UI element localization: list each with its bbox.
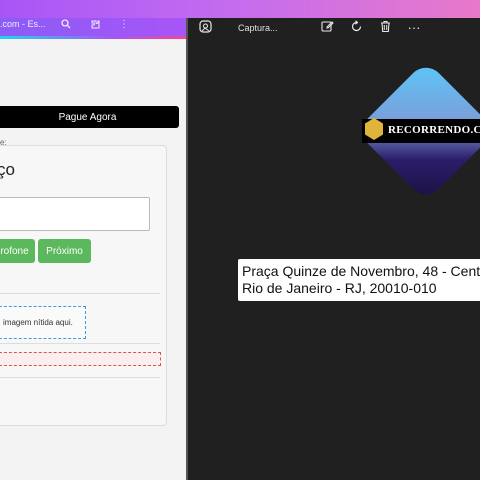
microphone-button[interactable]: rofone <box>0 239 35 263</box>
browser-window: .com - Es... ⋮ Pague Agora e: ço rofone … <box>0 18 186 480</box>
address-input[interactable] <box>0 197 150 231</box>
address-image-text: Praça Quinze de Novembro, 48 - Centro Ri… <box>238 259 480 301</box>
photo-viewer-window: Captura... ··· RECORRENDO.CO Praça Quinz… <box>186 18 480 480</box>
address-line-1: Praça Quinze de Novembro, 48 - Centro <box>242 263 480 279</box>
browser-titlebar: .com - Es... ⋮ <box>0 18 186 36</box>
more-options-icon[interactable]: ⋮ <box>118 19 130 31</box>
address-line-2: Rio de Janeiro - RJ, 20010-010 <box>242 280 437 296</box>
logo-text: RECORRENDO.CO <box>388 124 480 136</box>
divider <box>0 293 160 294</box>
error-message-box <box>0 352 161 366</box>
pay-now-button[interactable]: Pague Agora <box>0 106 179 128</box>
image-icon[interactable] <box>197 20 213 36</box>
extensions-icon[interactable] <box>89 19 101 31</box>
trash-icon[interactable] <box>377 20 393 36</box>
browser-tab-title[interactable]: .com - Es... <box>0 19 46 29</box>
recorrendo-logo: RECORRENDO.CO <box>355 60 480 202</box>
drop-zone-hint: imagem nítida aqui. <box>3 318 73 327</box>
viewer-title: Captura... <box>238 23 278 33</box>
browser-accent-bar <box>0 36 186 39</box>
edit-icon[interactable] <box>319 20 335 36</box>
top-gradient-strip <box>0 0 480 18</box>
rotate-icon[interactable] <box>348 20 364 36</box>
viewer-toolbar: Captura... ··· <box>188 18 480 40</box>
divider <box>0 377 160 378</box>
image-drop-zone[interactable]: imagem nítida aqui. <box>0 306 86 339</box>
divider <box>0 343 160 344</box>
address-panel <box>0 145 167 426</box>
search-icon[interactable] <box>60 19 72 31</box>
more-icon[interactable]: ··· <box>406 20 422 36</box>
logo-hexagon-icon <box>365 118 383 140</box>
section-heading: ço <box>0 160 15 179</box>
next-button[interactable]: Próximo <box>38 239 91 263</box>
